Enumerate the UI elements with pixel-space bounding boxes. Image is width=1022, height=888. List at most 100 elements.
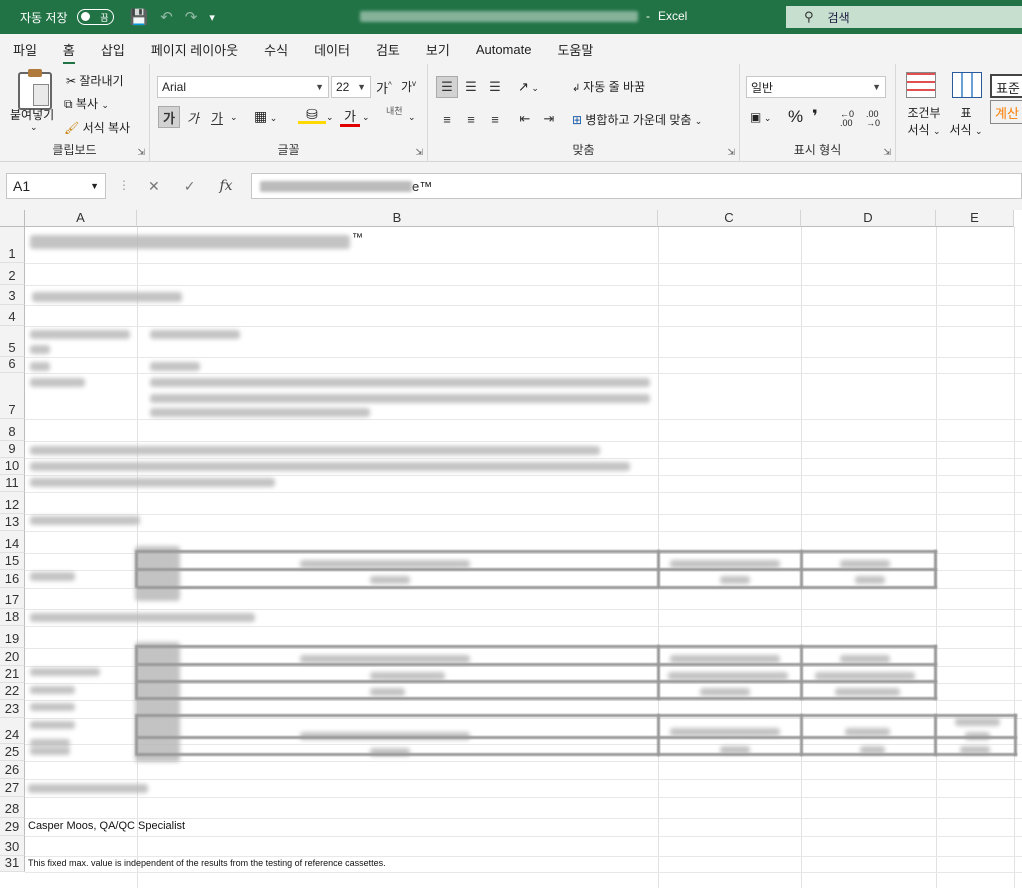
style-normal[interactable]: 표준 <box>990 74 1022 98</box>
row-header-28[interactable]: 28 <box>0 797 25 818</box>
row-header-20[interactable]: 20 <box>0 648 25 666</box>
enter-icon[interactable]: ✓ <box>184 178 196 195</box>
merge-center-button[interactable]: ⊞ 병합하고 가운데 맞춤 ⌄ <box>572 111 702 128</box>
row-header-19[interactable]: 19 <box>0 626 25 648</box>
row-header-3[interactable]: 3 <box>0 285 25 305</box>
tab-8[interactable]: Automate <box>476 38 532 61</box>
row-header-12[interactable]: 12 <box>0 492 25 514</box>
underline-button[interactable]: 가 <box>206 106 228 128</box>
italic-button[interactable]: 가 <box>182 106 204 128</box>
tab-4[interactable]: 수식 <box>264 36 288 63</box>
row-header-1[interactable]: 1 <box>0 227 25 263</box>
decrease-decimal-icon[interactable]: .00 →0 <box>866 110 880 128</box>
row-header-5[interactable]: 5 <box>0 326 25 357</box>
font-launcher-icon[interactable]: ⇲ <box>415 147 423 158</box>
chevron-down-icon[interactable]: ⌄ <box>230 112 238 123</box>
orientation-icon[interactable]: ↗ ⌄ <box>518 79 539 95</box>
save-icon[interactable]: 💾 <box>130 8 149 26</box>
font-color-button[interactable]: 가 <box>340 106 360 127</box>
percent-button[interactable]: % <box>788 107 803 127</box>
row-header-29[interactable]: 29 <box>0 818 25 836</box>
row-header-18[interactable]: 18 <box>0 609 25 626</box>
row-header-27[interactable]: 27 <box>0 779 25 797</box>
column-header-e[interactable]: E <box>936 210 1014 227</box>
increase-decimal-icon[interactable]: ←0.00 <box>840 110 854 128</box>
column-header-a[interactable]: A <box>25 210 137 227</box>
align-top-icon[interactable]: ☰ <box>436 76 458 98</box>
wrap-text-button[interactable]: ↲ 자동 줄 바꿈 <box>572 78 645 95</box>
row-header-21[interactable]: 21 <box>0 666 25 683</box>
align-right-icon[interactable]: ≡ <box>484 108 506 130</box>
align-center-icon[interactable]: ≡ <box>460 108 482 130</box>
tab-7[interactable]: 보기 <box>426 36 450 63</box>
row-header-11[interactable]: 11 <box>0 475 25 492</box>
chevron-down-icon[interactable]: ⌄ <box>326 112 334 123</box>
row-header-17[interactable]: 17 <box>0 588 25 609</box>
clipboard-launcher-icon[interactable]: ⇲ <box>137 147 145 158</box>
increase-indent-icon[interactable]: ⇥ <box>538 108 560 130</box>
row-header-24[interactable]: 24 <box>0 718 25 744</box>
row-header-31[interactable]: 31 <box>0 855 25 872</box>
row-header-2[interactable]: 2 <box>0 263 25 285</box>
phonetic-guide-icon[interactable]: 내천 <box>386 107 403 116</box>
font-name-select[interactable]: Arial ▼ <box>157 76 329 98</box>
row-header-8[interactable]: 8 <box>0 419 25 441</box>
row-header-30[interactable]: 30 <box>0 836 25 856</box>
paste-icon[interactable] <box>18 69 52 110</box>
paste-dropdown-icon[interactable]: ⌄ <box>30 122 38 133</box>
row-header-10[interactable]: 10 <box>0 458 25 475</box>
row-header-23[interactable]: 23 <box>0 700 25 718</box>
tab-3[interactable]: 페이지 레이아웃 <box>151 36 238 63</box>
select-all-corner[interactable] <box>0 210 25 227</box>
tab-5[interactable]: 데이터 <box>314 36 350 63</box>
row-header-6[interactable]: 6 <box>0 356 25 373</box>
chevron-down-icon[interactable]: ⌄ <box>362 112 370 123</box>
row-header-13[interactable]: 13 <box>0 514 25 531</box>
paste-button[interactable]: 붙여넣기 <box>10 106 54 123</box>
number-format-select[interactable]: 일반 ▼ <box>746 76 886 98</box>
row-header-26[interactable]: 26 <box>0 761 25 779</box>
search-box[interactable]: ⚲ 검색 <box>786 6 1022 28</box>
name-box[interactable]: A1 ▼ <box>6 173 106 199</box>
align-middle-icon[interactable]: ☰ <box>460 76 482 98</box>
cancel-icon[interactable]: ✕ <box>148 178 160 195</box>
number-launcher-icon[interactable]: ⇲ <box>883 147 891 158</box>
redo-icon[interactable]: ↷ <box>185 8 198 26</box>
autosave[interactable]: 자동 저장 끔 <box>20 9 114 26</box>
style-calculation[interactable]: 계산 <box>990 100 1022 124</box>
chevron-down-icon[interactable]: ⌄ <box>408 112 416 123</box>
bold-button[interactable]: 가 <box>158 106 180 128</box>
conditional-format-button[interactable]: 조건부 서식 ⌄ <box>906 104 942 138</box>
decrease-font-icon[interactable]: 가v <box>401 78 416 95</box>
align-left-icon[interactable]: ≡ <box>436 108 458 130</box>
more-options-icon[interactable]: ⋮ <box>118 178 130 192</box>
fill-color-icon[interactable]: ⛁ <box>298 106 326 124</box>
increase-font-icon[interactable]: 가^ <box>376 78 392 97</box>
tab-2[interactable]: 삽입 <box>101 36 125 63</box>
row-header-7[interactable]: 7 <box>0 373 25 419</box>
tab-6[interactable]: 검토 <box>376 36 400 63</box>
row-header-15[interactable]: 15 <box>0 553 25 570</box>
decrease-indent-icon[interactable]: ⇤ <box>514 108 536 130</box>
tab-9[interactable]: 도움말 <box>557 36 593 63</box>
row-header-25[interactable]: 25 <box>0 744 25 761</box>
column-header-c[interactable]: C <box>658 210 801 227</box>
autosave-toggle[interactable]: 끔 <box>76 9 114 25</box>
column-header-b[interactable]: B <box>137 210 658 227</box>
alignment-launcher-icon[interactable]: ⇲ <box>727 147 735 158</box>
conditional-format-icon[interactable] <box>906 72 936 98</box>
insert-function-icon[interactable]: fx <box>219 178 232 195</box>
align-bottom-icon[interactable]: ☰ <box>484 76 506 98</box>
copy-button[interactable]: ⧉ 복사 ⌄ <box>64 95 109 112</box>
row-header-4[interactable]: 4 <box>0 305 25 326</box>
row-header-14[interactable]: 14 <box>0 531 25 553</box>
cut-button[interactable]: ✂ 잘라내기 <box>66 72 124 89</box>
row-header-16[interactable]: 16 <box>0 570 25 588</box>
tab-1[interactable]: 홈 <box>62 36 75 65</box>
format-as-table-button[interactable]: 표 서식 ⌄ <box>948 104 984 138</box>
tab-0[interactable]: 파일 <box>13 36 37 63</box>
row-header-22[interactable]: 22 <box>0 683 25 700</box>
customize-qat-icon[interactable]: ▾ <box>209 11 215 24</box>
currency-icon[interactable]: ▣ ⌄ <box>750 110 771 124</box>
font-size-select[interactable]: 22 ▼ <box>331 76 371 98</box>
